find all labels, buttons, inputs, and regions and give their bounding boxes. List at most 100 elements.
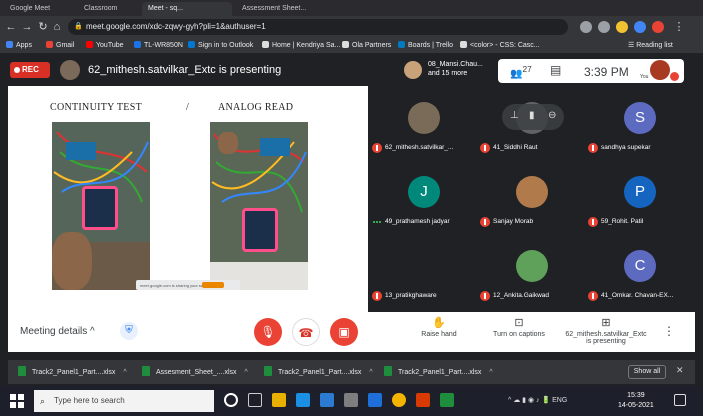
captions-button[interactable]: ⊡ Turn on captions — [484, 316, 554, 338]
download-item[interactable]: Track2_Panel1_Part....xlsx ^ — [384, 366, 493, 376]
raise-hand-label: Raise hand — [421, 331, 457, 338]
slide-title-left: CONTINUITY TEST — [50, 102, 142, 113]
participant-tile[interactable]: 12_Ankita.Gaikwad — [478, 238, 586, 310]
participant-avatar — [408, 102, 440, 134]
apps-icon — [6, 41, 13, 48]
chat-icon[interactable]: ▤ — [550, 63, 561, 77]
system-tray[interactable]: ^ ☁ ▮ ◉ ♪ 🔋 ENG — [508, 396, 567, 404]
extension-icon[interactable] — [580, 21, 592, 33]
participant-tile[interactable]: 13_pratikghaware — [370, 238, 478, 310]
meeting-controls-bar: Meeting details ^ ⛨ 🎙 ☎ ▣ ✋ Raise hand ⊡… — [8, 312, 695, 352]
participant-tile[interactable]: S sandhya supekar — [586, 90, 694, 162]
star-icon[interactable] — [616, 21, 628, 33]
taskbar-clock[interactable]: 15:39 14-05-2021 — [618, 391, 654, 411]
mdn-icon — [460, 41, 467, 48]
router-icon — [134, 41, 141, 48]
pin-icon[interactable]: ⊥ — [510, 110, 519, 121]
stop-sharing-button[interactable] — [202, 282, 224, 288]
participant-tile[interactable]: J 49_prathamesh jadyar — [370, 164, 478, 236]
menu-kebab-icon[interactable]: ⋮ — [672, 20, 686, 34]
youtube-icon — [86, 41, 93, 48]
back-icon[interactable]: ← — [4, 20, 18, 34]
recording-badge: REC — [10, 62, 50, 78]
raise-hand-button[interactable]: ✋ Raise hand — [404, 316, 474, 338]
windows-taskbar: ⌕ Type here to search ^ ☁ ▮ ◉ ♪ 🔋 ENG 15… — [0, 386, 703, 416]
powerpoint-icon[interactable] — [416, 393, 430, 407]
presenter-avatar — [60, 60, 80, 80]
meeting-details-label: Meeting details — [20, 326, 88, 337]
share-bar-text: meet.google.com is sharing your screen — [140, 283, 211, 288]
more-options-icon[interactable]: ⋮ — [663, 324, 675, 338]
browser-tab[interactable]: Classroom — [78, 2, 138, 16]
browser-tab-active[interactable]: Meet - sq... — [142, 2, 232, 16]
gmail-icon — [46, 41, 53, 48]
store-icon[interactable] — [320, 393, 334, 407]
bookmark-outlook[interactable]: Sign in to Outlook — [188, 41, 253, 49]
camera-toggle-button[interactable]: ▣ — [330, 318, 358, 346]
close-icon[interactable]: ✕ — [676, 365, 684, 376]
notifications-icon[interactable] — [674, 394, 686, 406]
bookmark-youtube[interactable]: YouTube — [86, 41, 124, 49]
profile-icon[interactable] — [652, 21, 664, 33]
reading-list[interactable]: ☰ Reading list — [628, 41, 673, 49]
present-now-button[interactable]: ⊞ 62_mithesh.satvilkar_Extc is presentin… — [560, 316, 652, 345]
leave-call-button[interactable]: ☎ — [292, 318, 320, 346]
presentation-stage: CONTINUITY TEST / ANALOG READ meet.googl… — [8, 86, 368, 312]
chevron-up-icon[interactable]: ^ — [123, 369, 126, 376]
url-field[interactable]: 🔒 meet.google.com/xdc-zqwy-gyh?pli=1&aut… — [68, 19, 568, 35]
download-item[interactable]: Track2_Panel1_Part....xlsx ^ — [18, 366, 127, 376]
bookmark-gmail[interactable]: Gmail — [46, 41, 74, 49]
camera-off-icon: ▣ — [338, 325, 350, 339]
chevron-up-icon[interactable]: ^ — [489, 369, 492, 376]
mute-participant-icon[interactable]: ▮ — [529, 110, 535, 121]
download-item[interactable]: Track2_Panel1_Part....xlsx ^ — [264, 366, 373, 376]
others-count: and 15 more — [428, 70, 468, 77]
remove-icon[interactable]: ⊖ — [548, 110, 556, 121]
home-icon[interactable]: ⌂ — [50, 20, 64, 34]
download-filename: Track2_Panel1_Part....xlsx — [278, 369, 362, 376]
participant-tile[interactable]: ⊥ ▮ ⊖ 41_Siddhi Raut — [478, 90, 586, 162]
participant-avatar — [516, 176, 548, 208]
windows-start-icon[interactable] — [10, 394, 24, 408]
host-controls-shield-icon[interactable]: ⛨ — [120, 322, 138, 340]
task-view-icon[interactable] — [248, 393, 262, 407]
mail-icon[interactable] — [368, 393, 382, 407]
bookmark-kendriya[interactable]: Home | Kendriya Sa... — [262, 41, 340, 49]
participant-tile[interactable]: Sanjay Morab — [478, 164, 586, 236]
people-button[interactable]: 👥27 — [510, 64, 532, 79]
extension-icon[interactable] — [598, 21, 610, 33]
other-participants-summary[interactable]: 08_Mansi.Chau... and 15 more — [404, 59, 496, 81]
participant-tile[interactable]: 62_mithesh.satvilkar_... — [370, 90, 478, 162]
meeting-details-button[interactable]: Meeting details ^ — [20, 326, 95, 337]
bookmark-apps[interactable]: Apps — [6, 41, 32, 49]
participant-avatar: S — [624, 102, 656, 134]
download-item[interactable]: Assesment_Sheet_....xlsx ^ — [142, 366, 248, 376]
show-all-downloads-button[interactable]: Show all — [628, 365, 666, 379]
self-avatar — [650, 60, 670, 80]
taskbar-search-input[interactable]: ⌕ Type here to search — [34, 390, 214, 412]
browser-tab[interactable]: Assessment Sheet... — [236, 2, 356, 16]
chevron-up-icon[interactable]: ^ — [245, 369, 248, 376]
bookmark-mdn[interactable]: <color> - CSS: Casc... — [460, 41, 540, 49]
slide-title-right: ANALOG READ — [218, 102, 294, 113]
excel-taskbar-icon[interactable] — [440, 393, 454, 407]
edge-icon[interactable] — [296, 393, 310, 407]
search-icon: ⌕ — [40, 396, 46, 406]
participant-tile[interactable]: P 59_Rohit. Patil — [586, 164, 694, 236]
forward-icon[interactable]: → — [20, 20, 34, 34]
bookmark-ola[interactable]: Ola Partners — [342, 41, 391, 49]
reload-icon[interactable]: ↻ — [36, 20, 50, 34]
mic-toggle-button[interactable]: 🎙 — [254, 318, 282, 346]
cortana-icon[interactable] — [224, 393, 238, 407]
presenting-line2: is presenting — [586, 338, 626, 345]
chevron-up-icon[interactable]: ^ — [369, 369, 372, 376]
app-icon[interactable] — [344, 393, 358, 407]
bookmark-trello[interactable]: Boards | Trello — [398, 41, 453, 49]
presenting-title: 62_mithesh.satvilkar_Extc is presenting — [88, 64, 282, 76]
bookmark-router[interactable]: TL-WR850N — [134, 41, 183, 49]
extension-icon[interactable] — [634, 21, 646, 33]
participant-tile[interactable]: C 41_Omkar. Chavan-EX... — [586, 238, 694, 310]
browser-tab[interactable]: Google Meet — [4, 2, 74, 16]
file-explorer-icon[interactable] — [272, 393, 286, 407]
chrome-icon[interactable] — [392, 393, 406, 407]
